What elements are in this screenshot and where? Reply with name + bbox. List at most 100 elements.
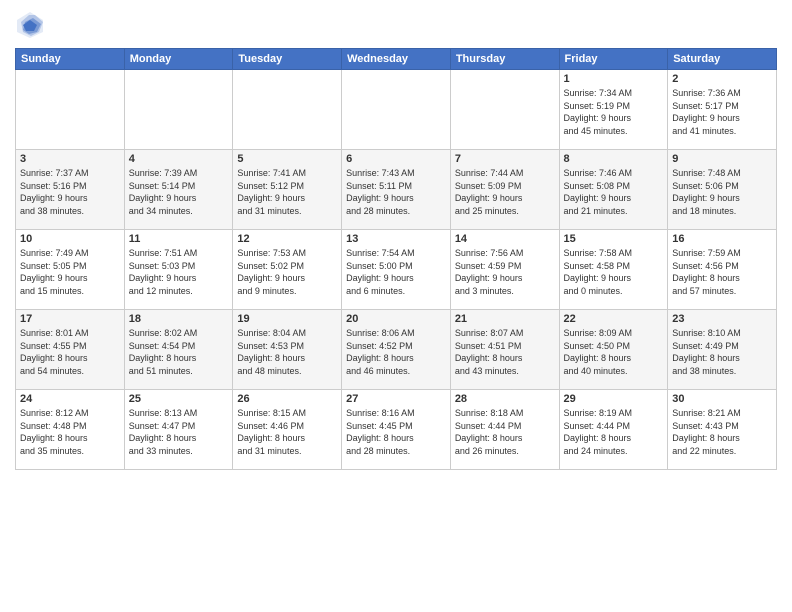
day-info: Sunrise: 7:41 AM Sunset: 5:12 PM Dayligh… <box>237 167 337 217</box>
calendar-cell: 18 Sunrise: 8:02 AM Sunset: 4:54 PM Dayli… <box>124 310 233 390</box>
calendar-cell: 27Sunrise: 8:16 AM Sunset: 4:45 PM Dayli… <box>342 390 451 470</box>
day-number: 10 <box>20 233 120 245</box>
calendar-cell: 23 Sunrise: 8:10 AM Sunset: 4:49 PM Dayli… <box>668 310 777 390</box>
calendar-cell: 3 Sunrise: 7:37 AM Sunset: 5:16 PM Daylig… <box>16 150 125 230</box>
calendar-cell: 9 Sunrise: 7:48 AM Sunset: 5:06 PM Daylig… <box>668 150 777 230</box>
day-number: 20 <box>346 313 446 325</box>
day-info: Sunrise: 7:46 AM Sunset: 5:08 PM Dayligh… <box>564 167 664 217</box>
calendar: SundayMondayTuesdayWednesdayThursdayFrid… <box>15 48 777 470</box>
day-number: 7 <box>455 153 555 165</box>
day-info: Sunrise: 7:37 AM Sunset: 5:16 PM Dayligh… <box>20 167 120 217</box>
day-info: Sunrise: 7:48 AM Sunset: 5:06 PM Dayligh… <box>672 167 772 217</box>
calendar-week-4: 17 Sunrise: 8:01 AM Sunset: 4:55 PM Dayli… <box>16 310 777 390</box>
calendar-cell: 12 Sunrise: 7:53 AM Sunset: 5:02 PM Dayli… <box>233 230 342 310</box>
calendar-week-3: 10 Sunrise: 7:49 AM Sunset: 5:05 PM Dayli… <box>16 230 777 310</box>
page: SundayMondayTuesdayWednesdayThursdayFrid… <box>0 0 792 612</box>
calendar-cell: 4Sunrise: 7:39 AM Sunset: 5:14 PM Daylig… <box>124 150 233 230</box>
calendar-cell <box>342 70 451 150</box>
day-number: 9 <box>672 153 772 165</box>
calendar-week-2: 3 Sunrise: 7:37 AM Sunset: 5:16 PM Daylig… <box>16 150 777 230</box>
calendar-header-monday: Monday <box>124 49 233 70</box>
day-info: Sunrise: 7:59 AM Sunset: 4:56 PM Dayligh… <box>672 247 772 297</box>
calendar-header-saturday: Saturday <box>668 49 777 70</box>
day-info: Sunrise: 8:04 AM Sunset: 4:53 PM Dayligh… <box>237 327 337 377</box>
day-number: 4 <box>129 153 229 165</box>
day-number: 8 <box>564 153 664 165</box>
day-info: Sunrise: 8:09 AM Sunset: 4:50 PM Dayligh… <box>564 327 664 377</box>
day-number: 17 <box>20 313 120 325</box>
calendar-cell <box>233 70 342 150</box>
calendar-week-1: 1 Sunrise: 7:34 AM Sunset: 5:19 PM Daylig… <box>16 70 777 150</box>
calendar-cell: 7 Sunrise: 7:44 AM Sunset: 5:09 PM Daylig… <box>450 150 559 230</box>
day-info: Sunrise: 8:13 AM Sunset: 4:47 PM Dayligh… <box>129 407 229 457</box>
day-number: 15 <box>564 233 664 245</box>
day-number: 3 <box>20 153 120 165</box>
calendar-cell: 8 Sunrise: 7:46 AM Sunset: 5:08 PM Daylig… <box>559 150 668 230</box>
day-info: Sunrise: 8:16 AM Sunset: 4:45 PM Dayligh… <box>346 407 446 457</box>
day-number: 22 <box>564 313 664 325</box>
calendar-cell: 29Sunrise: 8:19 AM Sunset: 4:44 PM Dayli… <box>559 390 668 470</box>
day-info: Sunrise: 7:49 AM Sunset: 5:05 PM Dayligh… <box>20 247 120 297</box>
day-number: 5 <box>237 153 337 165</box>
calendar-cell <box>16 70 125 150</box>
day-info: Sunrise: 7:56 AM Sunset: 4:59 PM Dayligh… <box>455 247 555 297</box>
day-number: 24 <box>20 393 120 405</box>
day-number: 21 <box>455 313 555 325</box>
calendar-cell: 13Sunrise: 7:54 AM Sunset: 5:00 PM Dayli… <box>342 230 451 310</box>
calendar-header-tuesday: Tuesday <box>233 49 342 70</box>
day-info: Sunrise: 8:02 AM Sunset: 4:54 PM Dayligh… <box>129 327 229 377</box>
day-info: Sunrise: 8:12 AM Sunset: 4:48 PM Dayligh… <box>20 407 120 457</box>
day-number: 14 <box>455 233 555 245</box>
calendar-header-row: SundayMondayTuesdayWednesdayThursdayFrid… <box>16 49 777 70</box>
day-number: 16 <box>672 233 772 245</box>
calendar-cell: 24 Sunrise: 8:12 AM Sunset: 4:48 PM Dayli… <box>16 390 125 470</box>
day-number: 11 <box>129 233 229 245</box>
calendar-cell: 11 Sunrise: 7:51 AM Sunset: 5:03 PM Dayli… <box>124 230 233 310</box>
day-number: 18 <box>129 313 229 325</box>
day-info: Sunrise: 7:53 AM Sunset: 5:02 PM Dayligh… <box>237 247 337 297</box>
day-number: 25 <box>129 393 229 405</box>
calendar-cell: 10 Sunrise: 7:49 AM Sunset: 5:05 PM Dayli… <box>16 230 125 310</box>
day-info: Sunrise: 8:01 AM Sunset: 4:55 PM Dayligh… <box>20 327 120 377</box>
day-info: Sunrise: 8:19 AM Sunset: 4:44 PM Dayligh… <box>564 407 664 457</box>
calendar-cell: 20 Sunrise: 8:06 AM Sunset: 4:52 PM Dayli… <box>342 310 451 390</box>
logo-icon <box>15 10 45 40</box>
calendar-week-5: 24 Sunrise: 8:12 AM Sunset: 4:48 PM Dayli… <box>16 390 777 470</box>
day-number: 28 <box>455 393 555 405</box>
calendar-cell: 25 Sunrise: 8:13 AM Sunset: 4:47 PM Dayli… <box>124 390 233 470</box>
calendar-cell: 28 Sunrise: 8:18 AM Sunset: 4:44 PM Dayli… <box>450 390 559 470</box>
day-info: Sunrise: 7:36 AM Sunset: 5:17 PM Dayligh… <box>672 87 772 137</box>
day-info: Sunrise: 8:07 AM Sunset: 4:51 PM Dayligh… <box>455 327 555 377</box>
calendar-cell: 22 Sunrise: 8:09 AM Sunset: 4:50 PM Dayli… <box>559 310 668 390</box>
day-number: 30 <box>672 393 772 405</box>
calendar-cell: 15 Sunrise: 7:58 AM Sunset: 4:58 PM Dayli… <box>559 230 668 310</box>
calendar-cell: 26Sunrise: 8:15 AM Sunset: 4:46 PM Dayli… <box>233 390 342 470</box>
calendar-cell: 6Sunrise: 7:43 AM Sunset: 5:11 PM Daylig… <box>342 150 451 230</box>
calendar-cell: 19 Sunrise: 8:04 AM Sunset: 4:53 PM Dayli… <box>233 310 342 390</box>
day-info: Sunrise: 7:54 AM Sunset: 5:00 PM Dayligh… <box>346 247 446 297</box>
day-info: Sunrise: 8:18 AM Sunset: 4:44 PM Dayligh… <box>455 407 555 457</box>
calendar-header-wednesday: Wednesday <box>342 49 451 70</box>
header <box>15 10 777 40</box>
day-number: 12 <box>237 233 337 245</box>
calendar-cell <box>450 70 559 150</box>
calendar-header-friday: Friday <box>559 49 668 70</box>
calendar-header-thursday: Thursday <box>450 49 559 70</box>
calendar-cell: 17 Sunrise: 8:01 AM Sunset: 4:55 PM Dayli… <box>16 310 125 390</box>
calendar-header-sunday: Sunday <box>16 49 125 70</box>
day-info: Sunrise: 8:10 AM Sunset: 4:49 PM Dayligh… <box>672 327 772 377</box>
day-number: 23 <box>672 313 772 325</box>
calendar-cell: 1 Sunrise: 7:34 AM Sunset: 5:19 PM Daylig… <box>559 70 668 150</box>
day-info: Sunrise: 8:06 AM Sunset: 4:52 PM Dayligh… <box>346 327 446 377</box>
day-number: 19 <box>237 313 337 325</box>
calendar-cell: 21 Sunrise: 8:07 AM Sunset: 4:51 PM Dayli… <box>450 310 559 390</box>
day-info: Sunrise: 7:44 AM Sunset: 5:09 PM Dayligh… <box>455 167 555 217</box>
day-info: Sunrise: 7:58 AM Sunset: 4:58 PM Dayligh… <box>564 247 664 297</box>
day-info: Sunrise: 7:34 AM Sunset: 5:19 PM Dayligh… <box>564 87 664 137</box>
calendar-cell: 30Sunrise: 8:21 AM Sunset: 4:43 PM Dayli… <box>668 390 777 470</box>
day-number: 1 <box>564 73 664 85</box>
day-info: Sunrise: 7:51 AM Sunset: 5:03 PM Dayligh… <box>129 247 229 297</box>
calendar-cell <box>124 70 233 150</box>
day-info: Sunrise: 8:15 AM Sunset: 4:46 PM Dayligh… <box>237 407 337 457</box>
day-number: 6 <box>346 153 446 165</box>
